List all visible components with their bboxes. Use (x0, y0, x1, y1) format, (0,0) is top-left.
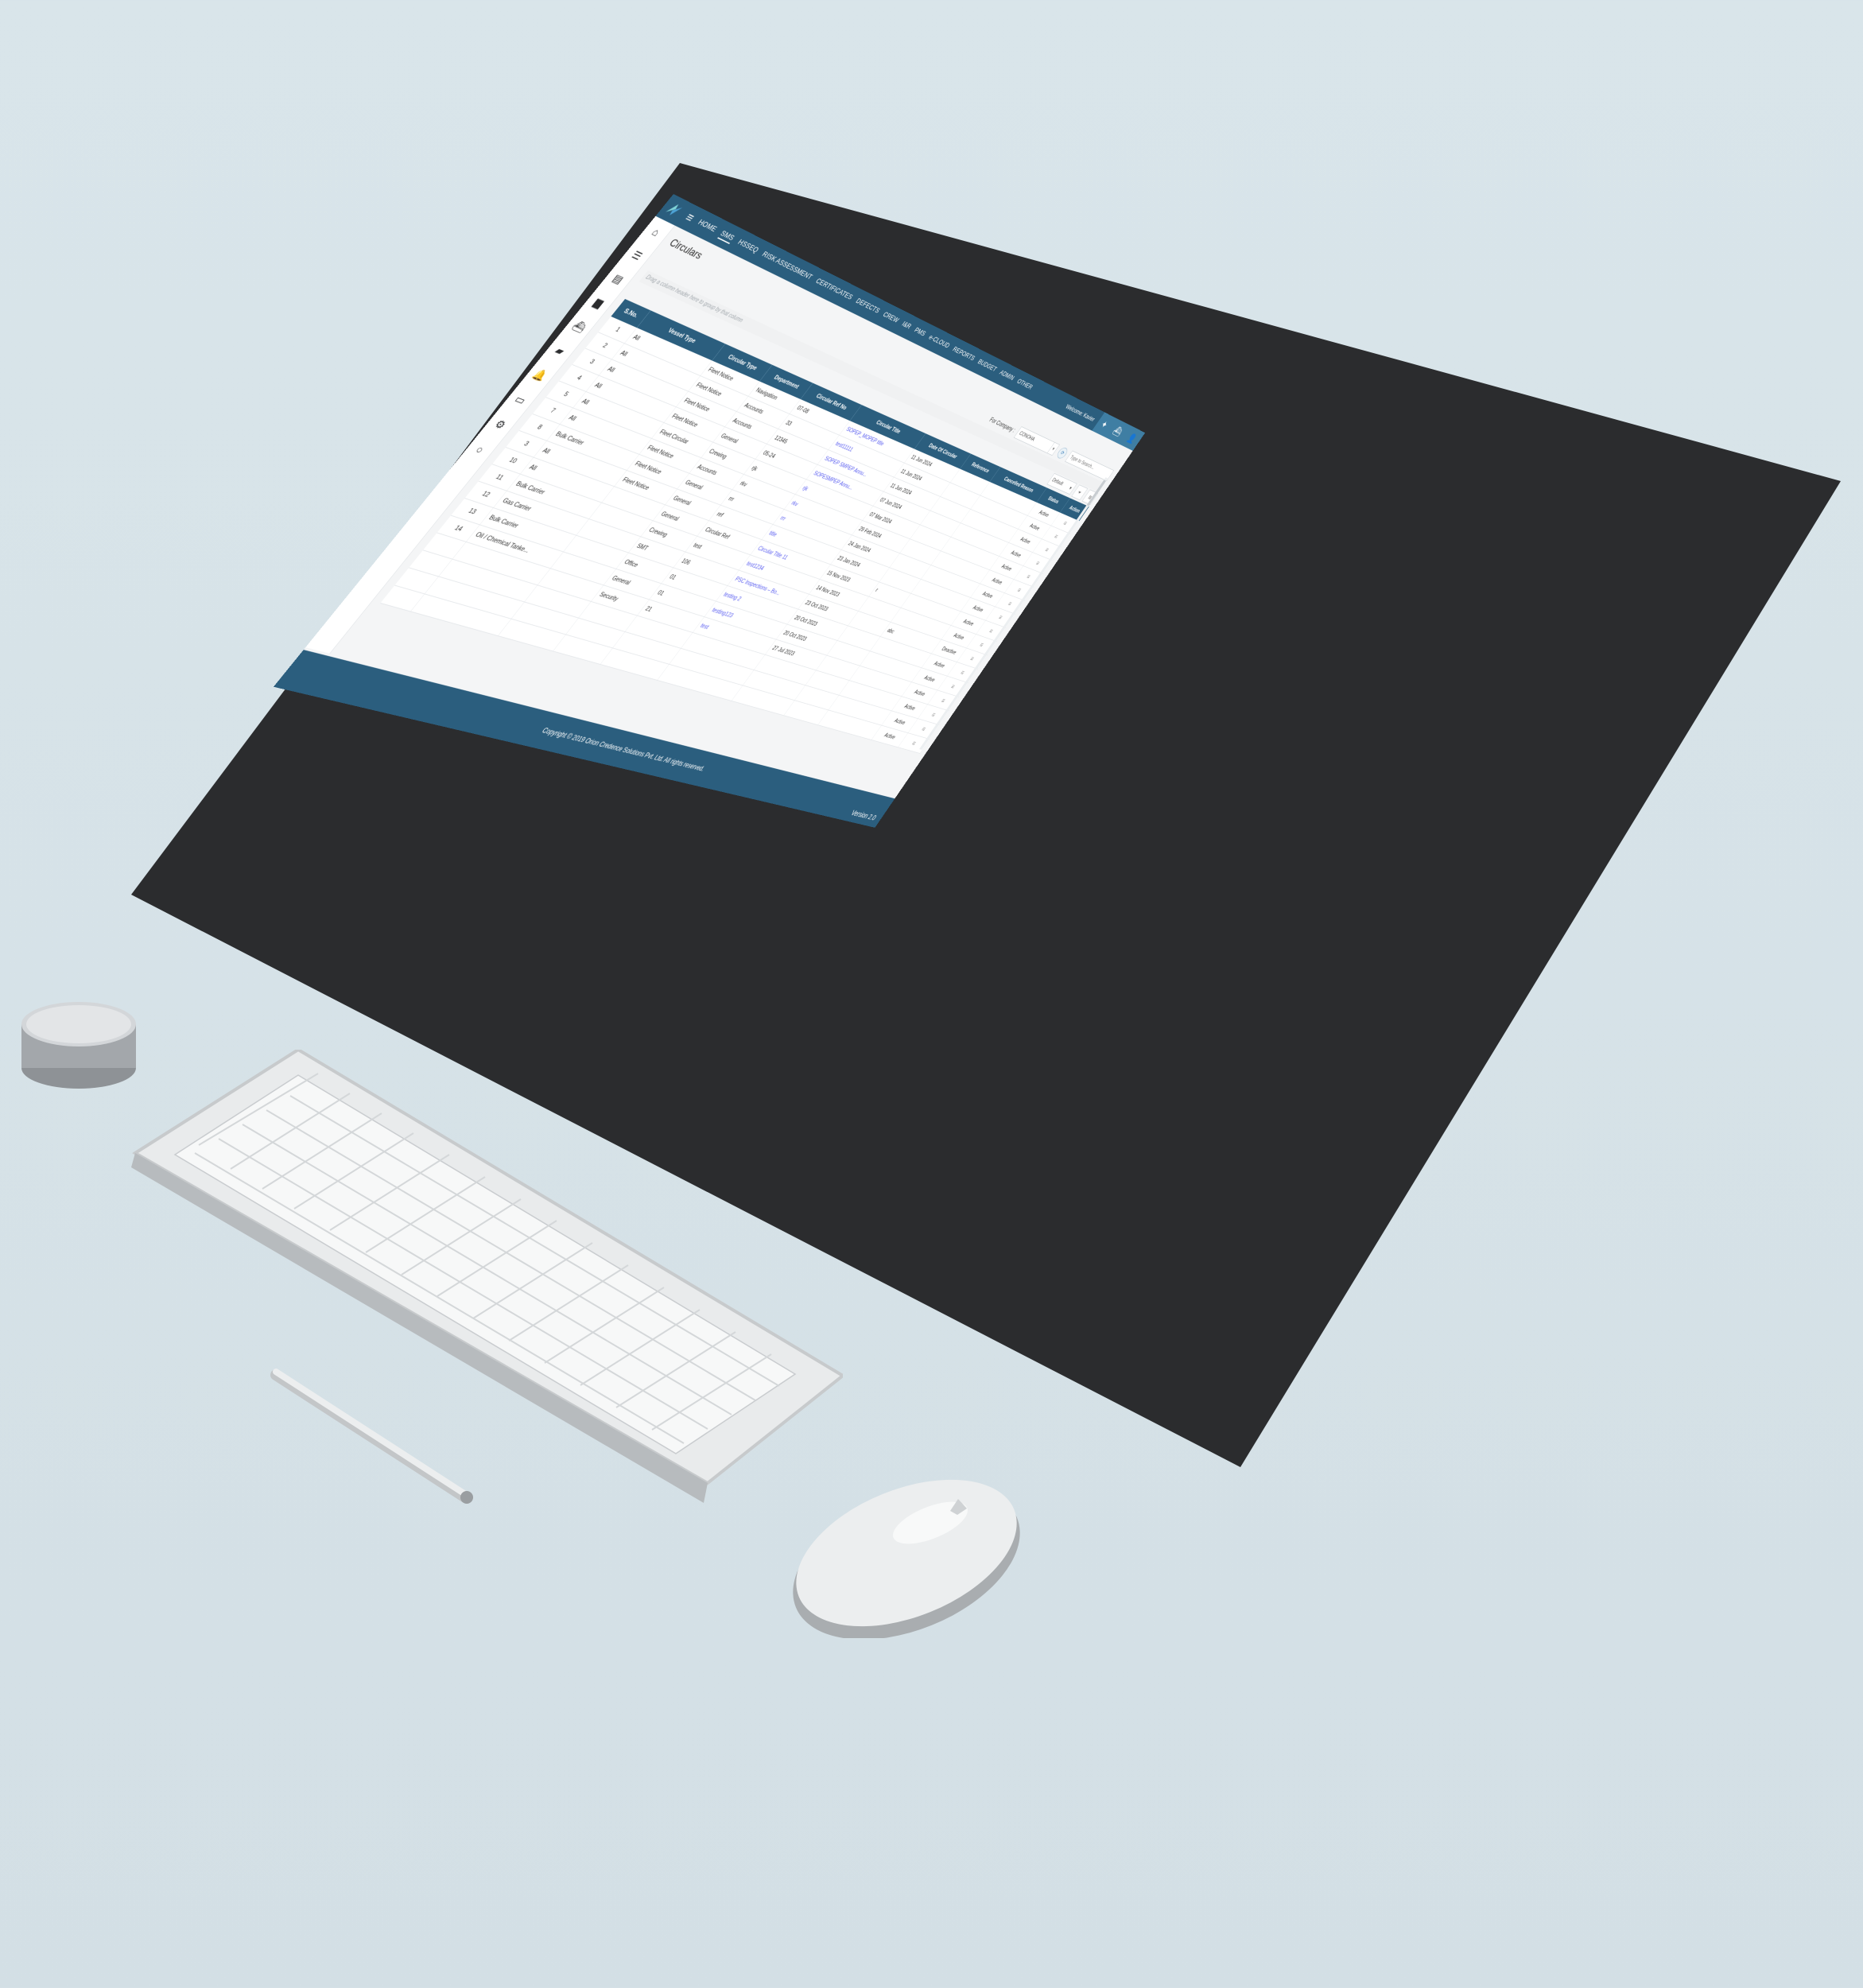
logo-icon[interactable]: ✦ (1099, 418, 1111, 431)
nav-item-e-cloud[interactable]: e-CLOUD (926, 333, 952, 351)
nav-item-pms[interactable]: PMS (912, 325, 928, 339)
monitor-stand-edge (1185, 1256, 1863, 1495)
mouse (793, 1479, 1020, 1638)
nav-item-home[interactable]: HOME (695, 217, 719, 235)
surface-dial (21, 1002, 136, 1089)
stylus-pen (270, 1369, 473, 1504)
nav-item-defects[interactable]: DEFECTS (853, 297, 882, 316)
nav-item-i-r[interactable]: I&R (899, 320, 914, 332)
nav-item-sms[interactable]: SMS (717, 228, 737, 244)
keyboard (131, 1050, 843, 1503)
nav-item-crew[interactable]: CREW (880, 310, 901, 326)
nav-item-hsseq[interactable]: HSSEQ (735, 237, 761, 255)
view-select-value: Default (1050, 476, 1065, 487)
nav-item-admin[interactable]: ADMIN (997, 368, 1016, 383)
welcome-text: Welcome: Kavier (1064, 402, 1097, 423)
nav-item-budget[interactable]: BUDGET (976, 357, 999, 374)
nav-item-other[interactable]: OTHER (1015, 377, 1034, 392)
user-icon[interactable]: 👤 (1125, 432, 1139, 445)
version-text: Version 2.0 (849, 808, 879, 822)
company-value: CONOHA (1018, 430, 1036, 443)
ship-icon[interactable]: ⛴ (1111, 425, 1125, 438)
chevron-down-icon: ▾ (1068, 485, 1073, 491)
nav-item-reports[interactable]: REPORTS (950, 345, 977, 364)
device-scene: ≡ HOME SMS HSSEQ RISK ASSESSMENT CERTIFICATE… (0, 0, 1863, 1988)
